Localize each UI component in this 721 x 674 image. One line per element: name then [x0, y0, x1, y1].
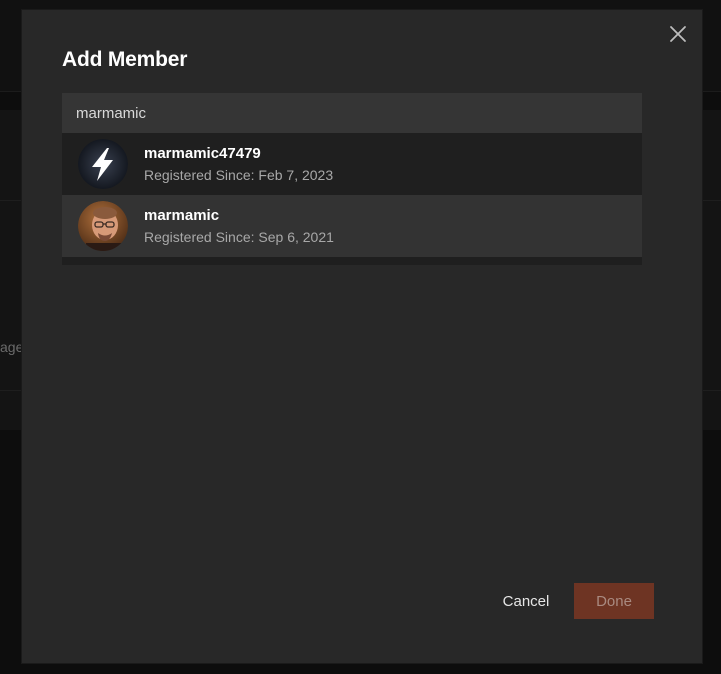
- close-button[interactable]: [668, 24, 688, 44]
- avatar: [78, 139, 128, 189]
- result-row-marmamic[interactable]: marmamic Registered Since: Sep 6, 2021: [62, 195, 642, 257]
- dialog-title: Add Member: [62, 48, 188, 71]
- avatar: [78, 201, 128, 251]
- result-username: marmamic47479: [144, 144, 261, 162]
- result-username: marmamic: [144, 206, 220, 224]
- background-partial-text: age: [0, 339, 24, 355]
- result-registered-date: Registered Since: Sep 6, 2021: [144, 228, 334, 245]
- cancel-button[interactable]: Cancel: [488, 583, 564, 619]
- search-results-list: marmamic47479 Registered Since: Feb 7, 2…: [62, 133, 642, 265]
- user-photo-icon: [78, 201, 128, 251]
- done-button[interactable]: Done: [574, 583, 654, 619]
- lightning-bolt-icon: [78, 139, 128, 189]
- result-row-marmamic47479[interactable]: marmamic47479 Registered Since: Feb 7, 2…: [62, 133, 642, 195]
- close-icon: [670, 26, 686, 42]
- add-member-dialog: Add Member marmamic47479 Registe: [22, 10, 702, 663]
- member-search-input[interactable]: [62, 93, 642, 133]
- result-registered-date: Registered Since: Feb 7, 2023: [144, 166, 334, 183]
